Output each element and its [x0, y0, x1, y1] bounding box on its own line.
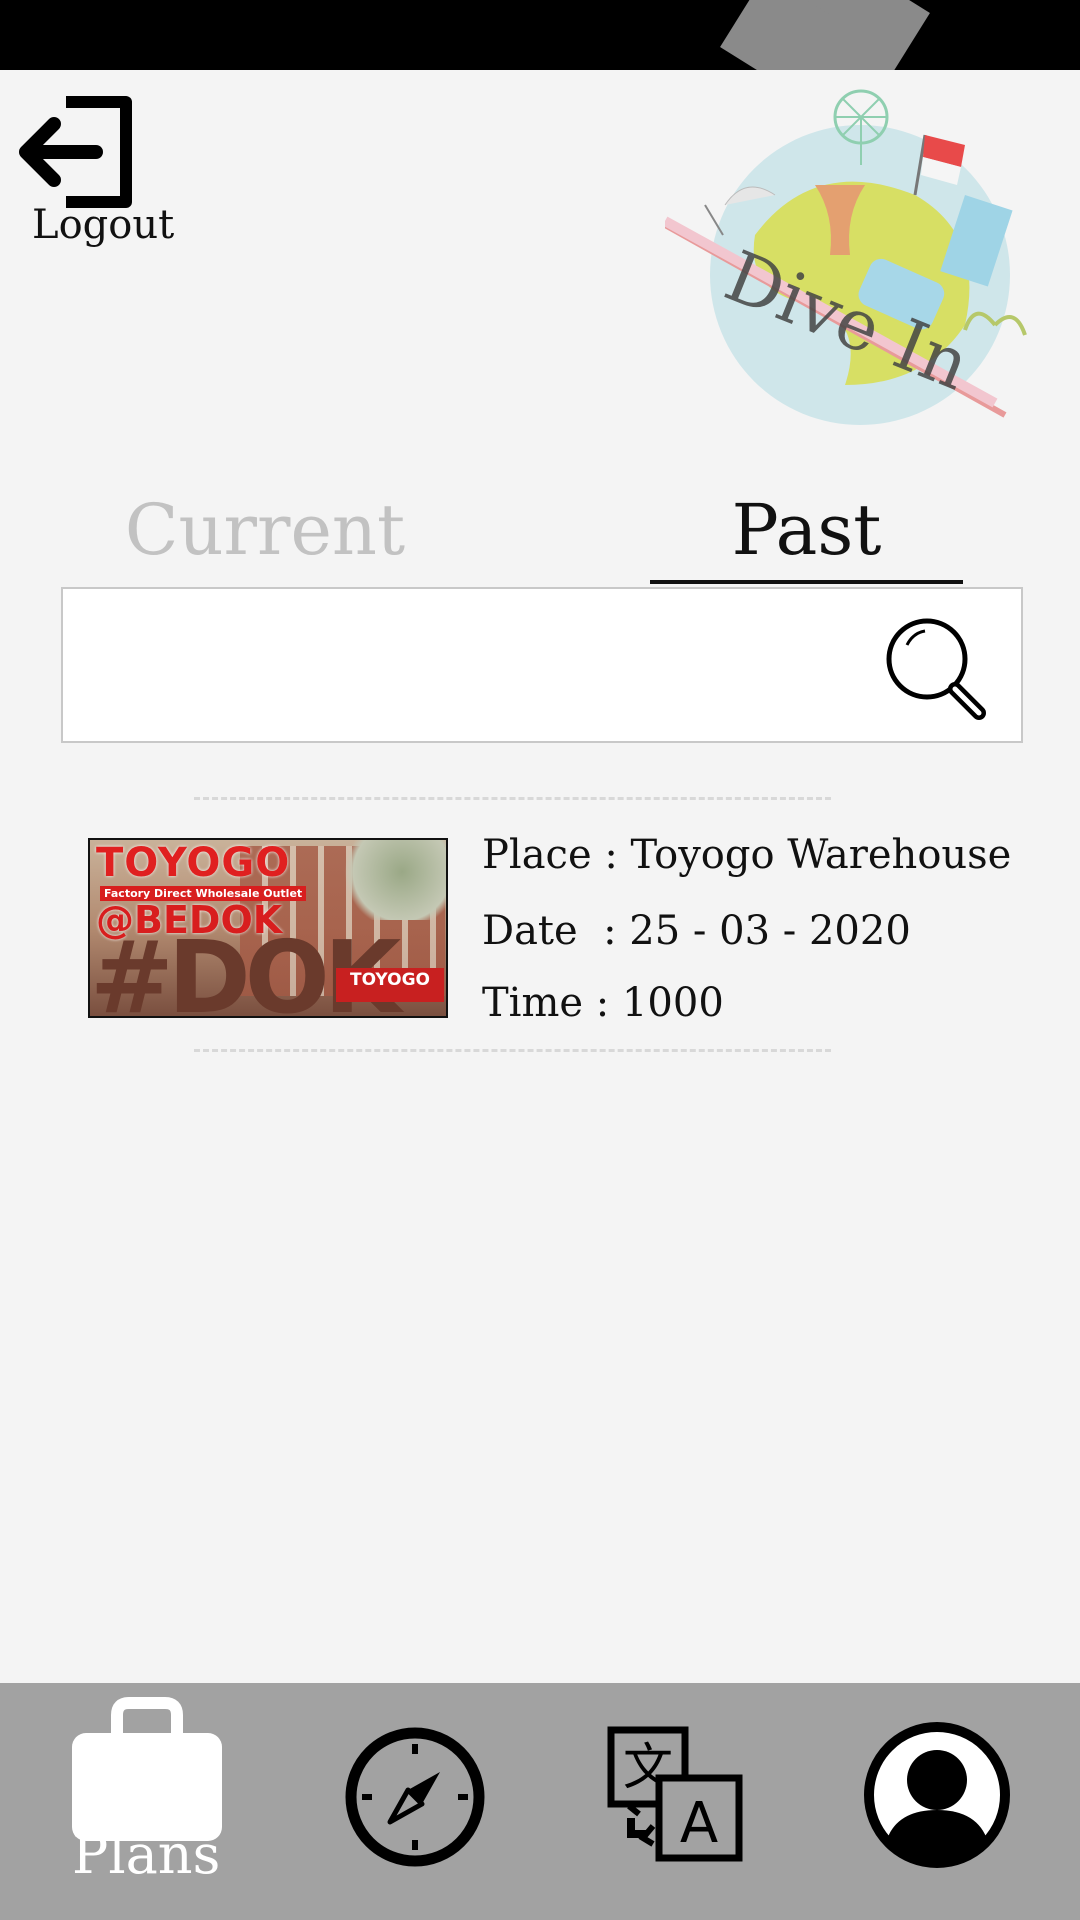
nav-translate[interactable]: 文 A [605, 1683, 750, 1920]
nav-profile[interactable] [860, 1683, 1010, 1920]
user-profile-icon [864, 1722, 1010, 1868]
logout-button[interactable]: Logout [18, 92, 178, 252]
search-bar [61, 587, 1023, 743]
logout-icon [19, 96, 132, 208]
nav-plans-label: Plans [72, 1823, 221, 1886]
translate-icon: 文 A [607, 1726, 743, 1862]
logout-label: Logout [32, 202, 175, 248]
status-bar [0, 0, 1080, 70]
plan-time: Time : 1000 [482, 980, 724, 1026]
place-thumbnail: #DOK TOYOGO Factory Direct Wholesale Out… [88, 838, 448, 1018]
tab-current[interactable]: Current [100, 490, 430, 580]
singapore-globe-illustration [662, 89, 1027, 425]
thumbnail-tree [336, 840, 446, 920]
plan-place: Place : Toyogo Warehouse [482, 832, 1012, 878]
list-divider-bottom [194, 1049, 831, 1052]
nav-plans[interactable]: Plans [52, 1683, 242, 1920]
search-icon[interactable] [883, 615, 993, 725]
compass-icon [345, 1727, 485, 1867]
svg-text:A: A [680, 1791, 718, 1856]
list-item[interactable]: #DOK TOYOGO Factory Direct Wholesale Out… [0, 820, 1080, 1040]
thumbnail-location: @BEDOK [96, 898, 283, 942]
bottom-nav: Plans 文 A [0, 1683, 1080, 1920]
search-input[interactable] [83, 619, 907, 711]
plan-date: Date : 25 - 03 - 2020 [482, 908, 911, 954]
app-logo: Dive In [662, 85, 1045, 425]
thumbnail-sign: TOYOGO [336, 968, 444, 1002]
nav-explore[interactable] [340, 1683, 490, 1920]
list-divider-top [194, 797, 831, 800]
suitcase-icon [72, 1697, 222, 1841]
tab-past[interactable]: Past [650, 490, 963, 584]
thumbnail-brand: TOYOGO [96, 840, 291, 886]
